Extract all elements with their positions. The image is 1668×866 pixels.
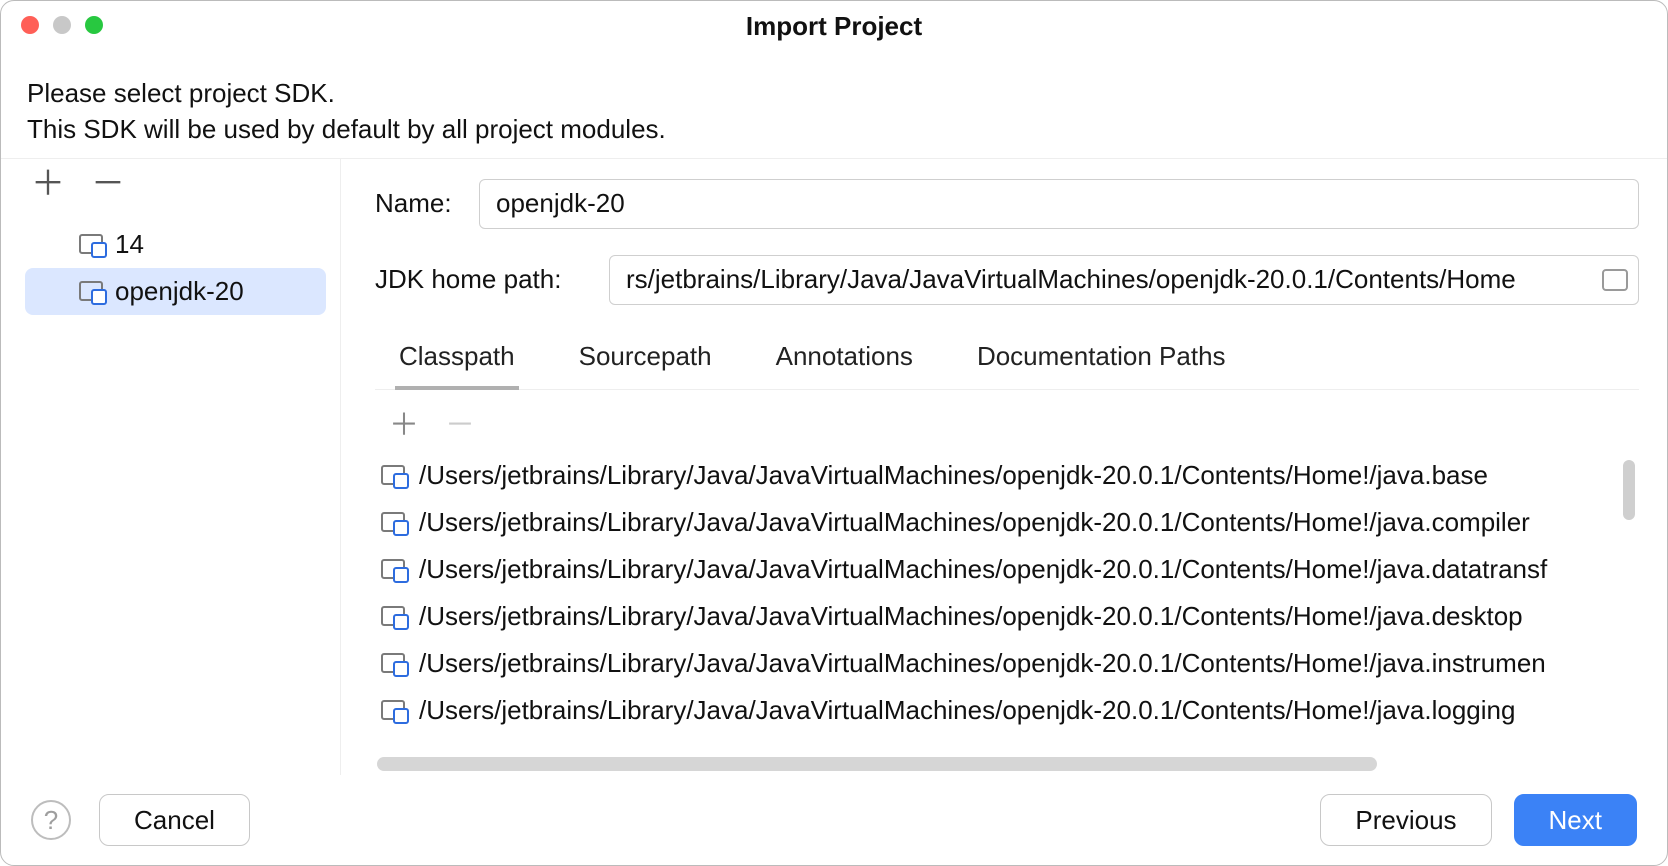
classpath-list: /Users/jetbrains/Library/Java/JavaVirtua… [375,452,1639,775]
classpath-entry-path: /Users/jetbrains/Library/Java/JavaVirtua… [419,460,1488,491]
classpath-entry-path: /Users/jetbrains/Library/Java/JavaVirtua… [419,648,1546,679]
import-project-dialog: Import Project Please select project SDK… [0,0,1668,866]
module-folder-icon [381,653,405,673]
sdk-item[interactable]: openjdk-20 [25,268,326,315]
classpath-entry-path: /Users/jetbrains/Library/Java/JavaVirtua… [419,507,1530,538]
intro-text: Please select project SDK. This SDK will… [1,51,1667,158]
close-window-button[interactable] [21,16,39,34]
classpath-entry[interactable]: /Users/jetbrains/Library/Java/JavaVirtua… [375,546,1639,593]
path-label: JDK home path: [375,264,585,295]
module-folder-icon [381,512,405,532]
window-controls [21,16,103,34]
dialog-footer: ? Cancel Previous Next [1,775,1667,865]
remove-classpath-button[interactable]: － [445,400,475,444]
path-row: JDK home path: rs/jetbrains/Library/Java… [375,255,1639,305]
sdk-item-label: openjdk-20 [115,276,244,307]
name-label: Name: [375,188,455,219]
module-folder-icon [381,465,405,485]
previous-button[interactable]: Previous [1320,794,1491,846]
intro-line-2: This SDK will be used by default by all … [27,111,1641,147]
add-classpath-button[interactable]: ＋ [389,400,419,444]
classpath-tools: ＋ － [375,390,1639,452]
titlebar: Import Project [1,1,1667,51]
sdk-name-input[interactable] [479,179,1639,229]
tab-classpath[interactable]: Classpath [395,341,519,390]
jdk-home-path-field[interactable]: rs/jetbrains/Library/Java/JavaVirtualMac… [609,255,1639,305]
dialog-body: ＋ － 14 openjdk-20 Name: JDK home path: rs… [1,158,1667,775]
sdk-list: 14 openjdk-20 [1,215,340,315]
classpath-entry[interactable]: /Users/jetbrains/Library/Java/JavaVirtua… [375,593,1639,640]
sdk-folder-icon [79,281,103,301]
sdk-tabs: Classpath Sourcepath Annotations Documentat… [375,331,1639,390]
classpath-entry-path: /Users/jetbrains/Library/Java/JavaVirtua… [419,695,1515,726]
browse-folder-icon[interactable] [1602,269,1628,291]
sdk-detail-panel: Name: JDK home path: rs/jetbrains/Librar… [341,159,1667,775]
classpath-entry[interactable]: /Users/jetbrains/Library/Java/JavaVirtua… [375,499,1639,546]
tab-annotations[interactable]: Annotations [772,341,917,389]
classpath-entry-path: /Users/jetbrains/Library/Java/JavaVirtua… [419,601,1523,632]
help-button[interactable]: ? [31,800,71,840]
module-folder-icon [381,606,405,626]
module-folder-icon [381,700,405,720]
module-folder-icon [381,559,405,579]
classpath-entry[interactable]: /Users/jetbrains/Library/Java/JavaVirtua… [375,640,1639,687]
tab-documentation-paths[interactable]: Documentation Paths [973,341,1230,389]
horizontal-scrollbar[interactable] [377,757,1377,771]
intro-line-1: Please select project SDK. [27,75,1641,111]
sdk-sidebar: ＋ － 14 openjdk-20 [1,159,341,775]
sdk-folder-icon [79,234,103,254]
add-sdk-button[interactable]: ＋ [31,167,65,201]
name-row: Name: [375,179,1639,229]
vertical-scrollbar[interactable] [1623,460,1635,520]
sdk-list-tools: ＋ － [1,159,340,215]
tab-sourcepath[interactable]: Sourcepath [575,341,716,389]
zoom-window-button[interactable] [85,16,103,34]
classpath-entry[interactable]: /Users/jetbrains/Library/Java/JavaVirtua… [375,452,1639,499]
next-button[interactable]: Next [1514,794,1637,846]
jdk-home-path-text: rs/jetbrains/Library/Java/JavaVirtualMac… [626,264,1594,295]
cancel-button[interactable]: Cancel [99,794,250,846]
remove-sdk-button[interactable]: － [91,167,125,201]
window-title: Import Project [1,11,1667,42]
sdk-item-label: 14 [115,229,144,260]
sdk-item[interactable]: 14 [25,221,326,268]
classpath-entry-path: /Users/jetbrains/Library/Java/JavaVirtua… [419,554,1547,585]
minimize-window-button[interactable] [53,16,71,34]
classpath-list-wrap: /Users/jetbrains/Library/Java/JavaVirtua… [375,452,1639,775]
classpath-entry[interactable]: /Users/jetbrains/Library/Java/JavaVirtua… [375,687,1639,734]
